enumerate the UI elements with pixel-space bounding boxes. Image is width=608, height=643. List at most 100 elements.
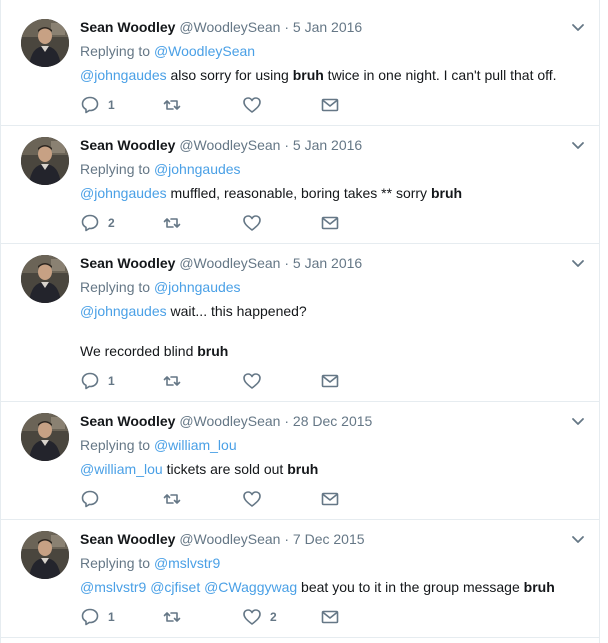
avatar[interactable] (21, 19, 69, 67)
avatar[interactable] (21, 255, 69, 303)
envelope-icon (321, 216, 339, 230)
tweet-header: Sean Woodley @WoodleySean · 5 Jan 2016 (80, 17, 563, 37)
retweet-icon (163, 218, 181, 228)
avatar[interactable] (21, 413, 69, 461)
reply-icon (81, 372, 99, 390)
heart-icon (243, 609, 261, 625)
retweet-button[interactable] (162, 607, 222, 627)
tweet-text-part: beat you to it in the group message (297, 579, 524, 595)
tweet-text-bold: bruh (287, 461, 319, 477)
mention-link[interactable]: @johngaudes (80, 67, 167, 83)
tweet-actions: 2 (80, 213, 380, 233)
direct-message-button[interactable] (320, 371, 350, 391)
author-name[interactable]: Sean Woodley (80, 255, 175, 271)
reply-button[interactable]: 1 (80, 607, 140, 627)
retweet-button[interactable] (162, 95, 222, 115)
tweet[interactable]: Sean Woodley @WoodleySean · 28 Dec 2015 … (1, 402, 599, 520)
mention-link[interactable]: @johngaudes (80, 185, 167, 201)
direct-message-button[interactable] (320, 607, 350, 627)
chevron-down-icon[interactable] (571, 23, 585, 33)
tweet-timestamp[interactable]: 7 Dec 2015 (293, 531, 365, 547)
replying-to: Replying to @WoodleySean (80, 41, 563, 61)
separator-dot: · (284, 255, 290, 271)
tweet[interactable]: Sean Woodley @WoodleySean · 7 Dec 2015 R… (1, 520, 599, 638)
tweet-text-bold: bruh (197, 343, 229, 359)
retweet-button[interactable] (162, 489, 222, 509)
tweet-text-paragraph: We recorded blind bruh (80, 341, 563, 361)
author-username[interactable]: @WoodleySean (179, 413, 280, 429)
retweet-button[interactable] (162, 371, 222, 391)
retweet-icon (163, 376, 181, 386)
mention-link[interactable]: @william_lou (80, 461, 163, 477)
replying-to-label: Replying to (80, 279, 151, 295)
reply-icon (81, 96, 99, 114)
author-name[interactable]: Sean Woodley (80, 137, 175, 153)
mention-link[interactable]: @johngaudes (80, 303, 167, 319)
replying-to-link[interactable]: @johngaudes (154, 279, 241, 295)
chevron-down-icon[interactable] (571, 417, 585, 427)
tweet[interactable]: Sean Woodley @WoodleySean · 5 Jan 2016 R… (1, 244, 599, 402)
tweet[interactable]: Sean Woodley @WoodleySean · 5 Jan 2016 R… (1, 8, 599, 126)
replying-to-label: Replying to (80, 161, 151, 177)
retweet-icon (163, 612, 181, 622)
author-username[interactable]: @WoodleySean (179, 255, 280, 271)
author-name[interactable]: Sean Woodley (80, 413, 175, 429)
tweet-timestamp[interactable]: 5 Jan 2016 (293, 137, 362, 153)
direct-message-button[interactable] (320, 213, 350, 233)
reply-count: 2 (108, 216, 115, 230)
avatar[interactable] (21, 137, 69, 185)
replying-to: Replying to @johngaudes (80, 277, 563, 297)
like-button[interactable] (242, 489, 302, 509)
tweet-text-part: tickets are sold out (162, 461, 288, 477)
like-button[interactable] (242, 213, 302, 233)
tweet-header: Sean Woodley @WoodleySean · 28 Dec 2015 (80, 411, 563, 431)
tweet[interactable]: Sean Woodley @WoodleySean · 5 Jan 2016 R… (1, 126, 599, 244)
heart-icon (243, 491, 261, 507)
like-button[interactable] (242, 371, 302, 391)
tweet-actions: 1 2 (80, 607, 380, 627)
reply-button[interactable]: 1 (80, 371, 140, 391)
reply-icon (81, 214, 99, 232)
author-name[interactable]: Sean Woodley (80, 531, 175, 547)
retweet-button[interactable] (162, 213, 222, 233)
tweet-text-part: muffled, reasonable, boring takes ** sor… (166, 185, 431, 201)
replying-to-link[interactable]: @william_lou (154, 437, 237, 453)
like-button[interactable] (242, 95, 302, 115)
tweet-text-bold: bruh (523, 579, 555, 595)
tweet-timeline: Sean Woodley @WoodleySean · 5 Jan 2016 R… (0, 0, 600, 643)
envelope-icon (321, 98, 339, 112)
replying-to-label: Replying to (80, 437, 151, 453)
direct-message-button[interactable] (320, 489, 350, 509)
chevron-down-icon[interactable] (571, 141, 585, 151)
author-username[interactable]: @WoodleySean (179, 531, 280, 547)
replying-to: Replying to @mslvstr9 (80, 553, 563, 573)
tweet-text: @johngaudes wait... this happened? We rec… (80, 301, 563, 361)
separator-dot: · (284, 137, 290, 153)
author-username[interactable]: @WoodleySean (179, 137, 280, 153)
replying-to-link[interactable]: @WoodleySean (154, 43, 255, 59)
author-username[interactable]: @WoodleySean (179, 19, 280, 35)
author-name[interactable]: Sean Woodley (80, 19, 175, 35)
avatar[interactable] (21, 531, 69, 579)
mention-link[interactable]: @mslvstr9 @cjfiset @CWaggywag (80, 579, 297, 595)
tweet-header: Sean Woodley @WoodleySean · 5 Jan 2016 (80, 253, 563, 273)
replying-to-label: Replying to (80, 555, 151, 571)
tweet-text-bold: bruh (430, 185, 463, 201)
direct-message-button[interactable] (320, 95, 350, 115)
replying-to-link[interactable]: @mslvstr9 (154, 555, 220, 571)
tweet-content: Sean Woodley @WoodleySean · 5 Jan 2016 R… (80, 135, 563, 203)
reply-button[interactable]: 2 (80, 213, 140, 233)
tweet-actions: 1 (80, 95, 380, 115)
chevron-down-icon[interactable] (571, 259, 585, 269)
tweet-timestamp[interactable]: 28 Dec 2015 (293, 413, 372, 429)
reply-button[interactable]: 1 (80, 95, 140, 115)
tweet-header: Sean Woodley @WoodleySean · 5 Jan 2016 (80, 135, 563, 155)
tweet-timestamp[interactable]: 5 Jan 2016 (293, 255, 362, 271)
like-button[interactable]: 2 (242, 607, 302, 627)
tweet-timestamp[interactable]: 5 Jan 2016 (293, 19, 362, 35)
tweet-text-part: wait... this happened? (166, 303, 307, 319)
replying-to-label: Replying to (80, 43, 151, 59)
chevron-down-icon[interactable] (571, 535, 585, 545)
reply-button[interactable] (80, 489, 140, 509)
replying-to-link[interactable]: @johngaudes (154, 161, 241, 177)
